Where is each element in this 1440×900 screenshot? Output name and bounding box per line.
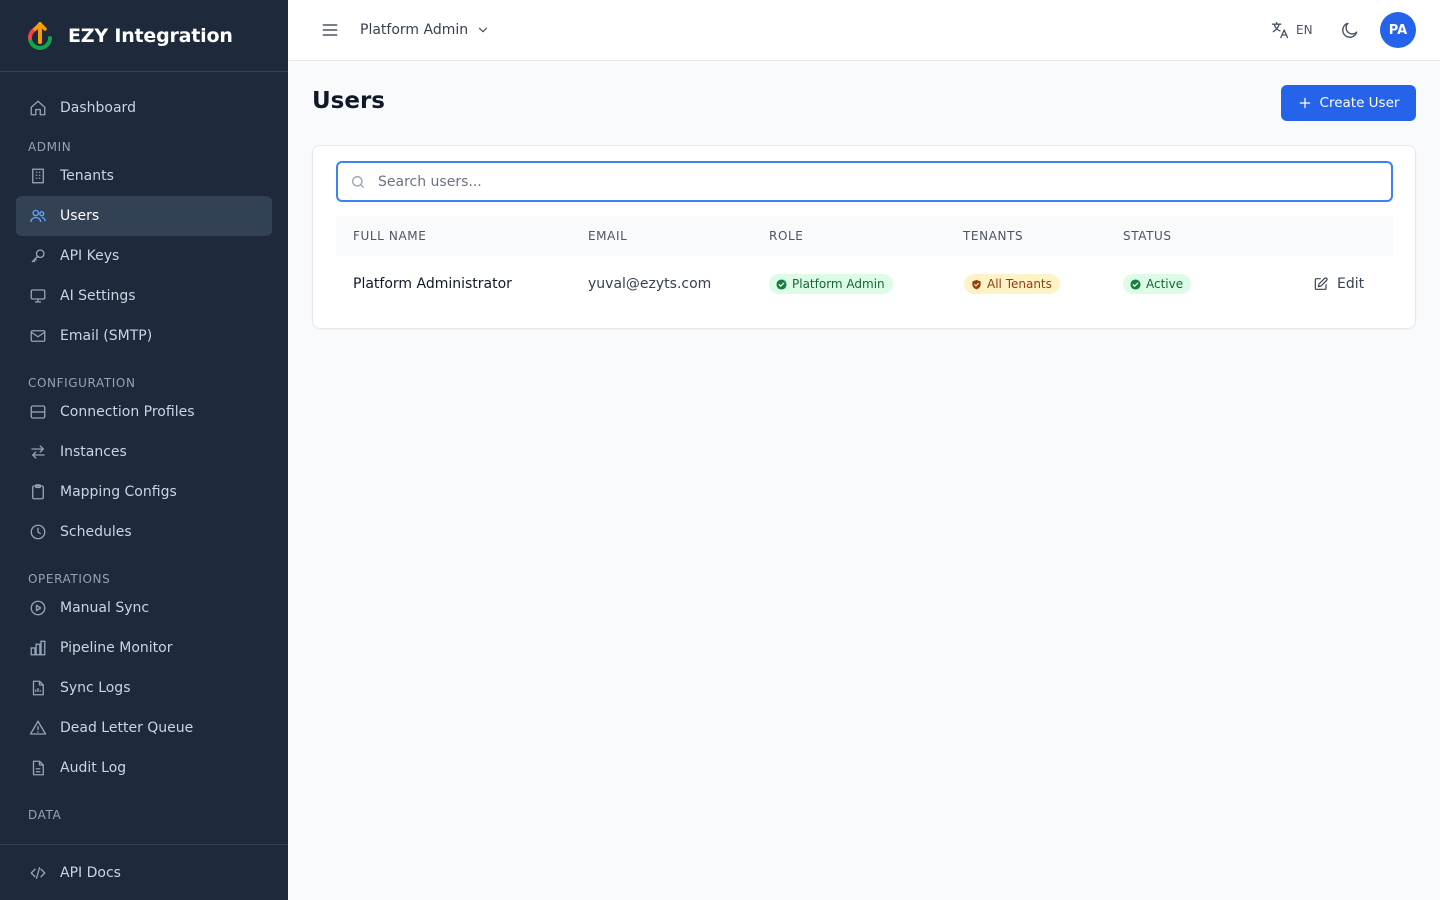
theme-toggle-button[interactable] xyxy=(1338,18,1362,42)
language-code: EN xyxy=(1296,23,1313,37)
create-user-button[interactable]: Create User xyxy=(1281,85,1416,121)
clock-icon xyxy=(28,522,48,542)
section-label-data: DATA xyxy=(28,808,62,822)
edit-user-button[interactable]: Edit xyxy=(1313,273,1364,295)
sidebar-item-label: Instances xyxy=(60,444,127,460)
sidebar-item-connection-profiles[interactable]: Connection Profiles xyxy=(16,392,272,432)
sidebar-item-label: Dashboard xyxy=(60,100,136,116)
sidebar-item-label: Sync Logs xyxy=(60,680,131,696)
sidebar-item-label: Schedules xyxy=(60,524,132,540)
home-icon xyxy=(28,98,48,118)
top-header: Platform Admin EN PA xyxy=(288,0,1440,61)
brand[interactable]: EZY Integration xyxy=(0,0,288,72)
sidebar-item-pipeline-monitor[interactable]: Pipeline Monitor xyxy=(16,628,272,668)
users-icon xyxy=(28,206,48,226)
sidebar: EZY Integration Dashboard ADMIN Tenants … xyxy=(0,0,288,900)
bar-chart-icon xyxy=(28,638,48,658)
sidebar-item-label: Audit Log xyxy=(60,760,127,776)
table-header: FULL NAME EMAIL ROLE TENANTS STATUS xyxy=(336,216,1393,256)
role-badge-label: Platform Admin xyxy=(792,277,885,291)
user-avatar[interactable]: PA xyxy=(1380,12,1416,48)
create-user-label: Create User xyxy=(1319,95,1400,111)
moon-icon xyxy=(1342,22,1358,38)
column-header-full-name[interactable]: FULL NAME xyxy=(353,229,426,243)
search-input[interactable] xyxy=(378,163,1378,200)
search-icon xyxy=(350,174,366,194)
edit-label: Edit xyxy=(1337,276,1365,292)
check-circle-icon xyxy=(1130,278,1141,290)
sidebar-item-label: Manual Sync xyxy=(60,600,150,616)
sidebar-item-label: AI Settings xyxy=(60,288,136,304)
sidebar-item-label: Pipeline Monitor xyxy=(60,640,173,656)
plus-icon xyxy=(1299,97,1310,109)
shield-check-icon xyxy=(972,279,981,289)
brand-logo-icon xyxy=(24,20,56,52)
column-header-tenants[interactable]: TENANTS xyxy=(963,229,1023,243)
sidebar-item-label: Users xyxy=(60,208,100,224)
sidebar-item-label: Mapping Configs xyxy=(60,484,177,500)
sidebar-item-instances[interactable]: Instances xyxy=(16,432,272,472)
key-icon xyxy=(28,246,48,266)
status-badge: Active xyxy=(1123,274,1192,294)
arrows-exchange-icon xyxy=(28,442,48,462)
section-label-operations: OPERATIONS xyxy=(28,572,111,586)
sidebar-footer: API Docs xyxy=(0,844,288,900)
edit-pencil-icon xyxy=(1314,277,1328,290)
sidebar-item-label: API Docs xyxy=(60,865,121,881)
table-row: Platform Administrator yuval@ezyts.com P… xyxy=(336,260,1393,308)
page-title: Users xyxy=(312,88,385,114)
sidebar-item-label: Connection Profiles xyxy=(60,404,195,420)
column-header-status[interactable]: STATUS xyxy=(1123,229,1172,243)
warning-triangle-icon xyxy=(28,718,48,738)
server-icon xyxy=(28,402,48,422)
translate-icon xyxy=(1271,21,1289,39)
language-switcher[interactable]: EN xyxy=(1270,18,1313,42)
building-icon xyxy=(28,166,48,186)
tenants-badge: All Tenants xyxy=(964,274,1060,294)
sidebar-item-label: Email (SMTP) xyxy=(60,328,153,344)
sidebar-item-dead-letter-queue[interactable]: Dead Letter Queue xyxy=(16,708,272,748)
sidebar-item-audit-log[interactable]: Audit Log xyxy=(16,748,272,788)
sidebar-item-email-smtp[interactable]: Email (SMTP) xyxy=(16,316,272,356)
section-label-admin: ADMIN xyxy=(28,140,72,154)
hamburger-menu-icon xyxy=(322,24,338,36)
sidebar-item-label: Dead Letter Queue xyxy=(60,720,194,736)
sidebar-item-label: API Keys xyxy=(60,248,120,264)
brand-name: EZY Integration xyxy=(68,24,233,47)
sidebar-item-label: Tenants xyxy=(60,168,114,184)
monitor-icon xyxy=(28,286,48,306)
sidebar-item-schedules[interactable]: Schedules xyxy=(16,512,272,552)
sidebar-item-sync-logs[interactable]: Sync Logs xyxy=(16,668,272,708)
sidebar-item-mapping-configs[interactable]: Mapping Configs xyxy=(16,472,272,512)
check-circle-icon xyxy=(776,278,787,290)
tenant-selector[interactable]: Platform Admin xyxy=(360,18,490,42)
sidebar-item-ai-settings[interactable]: AI Settings xyxy=(16,276,272,316)
section-label-configuration: CONFIGURATION xyxy=(28,376,136,390)
tenants-badge-label: All Tenants xyxy=(987,277,1052,291)
sidebar-item-manual-sync[interactable]: Manual Sync xyxy=(16,588,272,628)
status-badge-label: Active xyxy=(1146,277,1184,291)
role-badge: Platform Admin xyxy=(769,274,893,294)
file-chart-icon xyxy=(28,678,48,698)
column-header-email[interactable]: EMAIL xyxy=(588,229,627,243)
sidebar-nav: Dashboard ADMIN Tenants Users API Keys A… xyxy=(0,72,288,824)
menu-toggle-button[interactable] xyxy=(318,18,342,42)
sidebar-item-api-keys[interactable]: API Keys xyxy=(16,236,272,276)
code-icon xyxy=(28,863,48,883)
search-box xyxy=(336,161,1393,202)
user-full-name: Platform Administrator xyxy=(353,276,512,292)
mail-icon xyxy=(28,326,48,346)
sidebar-item-tenants[interactable]: Tenants xyxy=(16,156,272,196)
sidebar-item-users[interactable]: Users xyxy=(16,196,272,236)
column-header-role[interactable]: ROLE xyxy=(769,229,803,243)
clipboard-icon xyxy=(28,482,48,502)
sidebar-item-api-docs[interactable]: API Docs xyxy=(16,853,272,893)
play-circle-icon xyxy=(28,598,48,618)
chevron-down-icon xyxy=(479,27,488,33)
users-card: FULL NAME EMAIL ROLE TENANTS STATUS Plat… xyxy=(312,145,1416,329)
tenant-selector-value: Platform Admin xyxy=(360,22,469,38)
file-text-icon xyxy=(28,758,48,778)
sidebar-item-dashboard[interactable]: Dashboard xyxy=(16,88,272,128)
user-email: yuval@ezyts.com xyxy=(588,276,712,292)
